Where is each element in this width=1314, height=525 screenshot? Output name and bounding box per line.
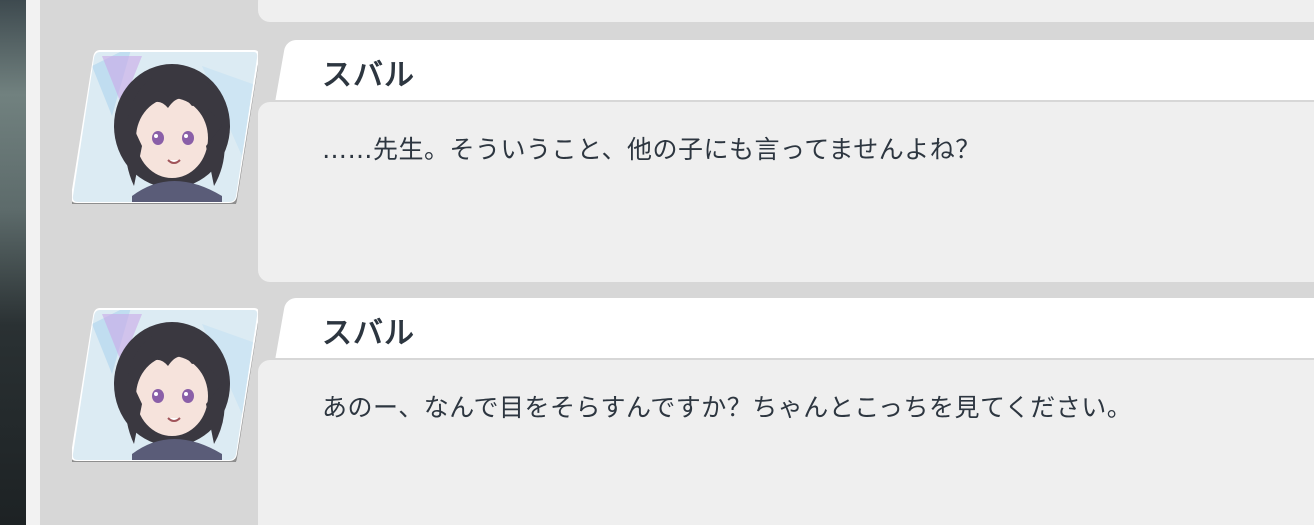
character-portrait-icon [72, 308, 258, 462]
character-portrait-icon [72, 50, 258, 204]
dialogue-bubble [258, 102, 1314, 282]
speaker-name-tab [275, 40, 1314, 100]
speaker-name: スバル [322, 58, 415, 93]
speaker-name: スバル [322, 316, 415, 351]
dialogue-text: ……先生。そういうこと、他の子にも言ってませんよね？ [322, 135, 981, 164]
speaker-avatar[interactable] [72, 304, 258, 462]
bubble-pointer [262, 130, 276, 158]
bubble-pointer [262, 388, 276, 416]
speaker-avatar[interactable] [72, 46, 258, 204]
dialogue-bubble [258, 360, 1314, 525]
dialogue-text: あのー、なんで目をそらすんですか？ちゃんとこっちを見てください。 [322, 393, 1133, 422]
previous-message-bubble [258, 0, 1314, 22]
scene-background [0, 0, 26, 525]
speaker-name-tab [275, 298, 1314, 358]
panel-border [26, 0, 40, 525]
